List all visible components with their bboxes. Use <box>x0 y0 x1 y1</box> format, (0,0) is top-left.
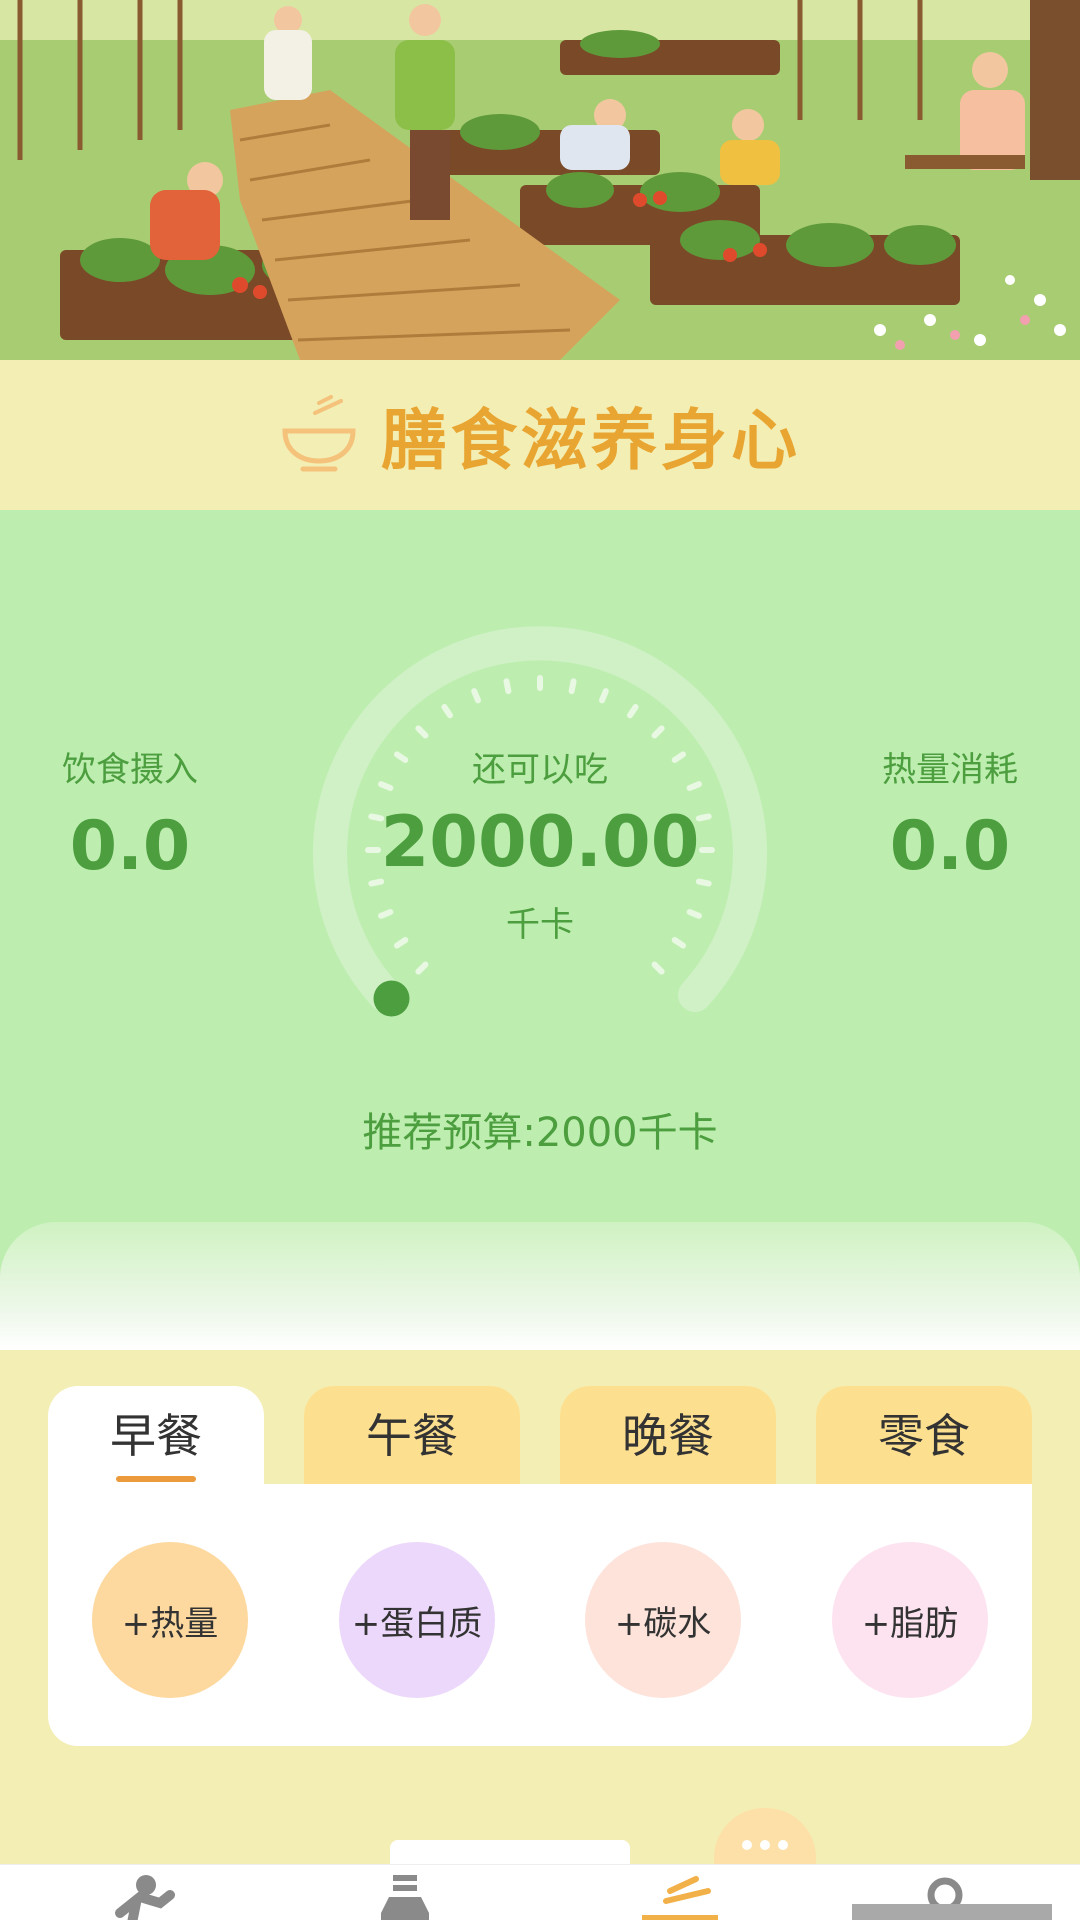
gauge-tick <box>471 688 482 704</box>
burned-stat: 热量消耗 0.0 <box>850 742 1050 886</box>
chat-dot <box>760 1840 770 1850</box>
tab-label: 午餐 <box>366 1409 458 1463</box>
burned-value: 0.0 <box>889 807 1011 886</box>
active-tab-underline <box>116 1476 196 1482</box>
section-divider <box>0 1222 1080 1350</box>
bowl-icon <box>282 395 356 472</box>
tab-label: 零食 <box>878 1409 970 1463</box>
gauge-tick <box>651 725 665 739</box>
gauge-center: 还可以吃 2000.00 千卡 <box>340 742 740 946</box>
gauge-tick <box>598 688 609 704</box>
gauge-tick <box>651 961 665 975</box>
calorie-summary: 饮食摄入 0.0 还可以吃 2000.00 千卡 热量消耗 0.0 推荐预算:2… <box>0 510 1080 1350</box>
intake-value: 0.0 <box>69 807 191 886</box>
gauge-tick <box>568 678 577 695</box>
add-protein-button[interactable]: +蛋白质 <box>339 1542 495 1698</box>
remaining-value: 2000.00 <box>380 801 700 883</box>
runner-icon[interactable] <box>90 1873 190 1920</box>
header-band: 膳食滋养身心 <box>0 360 1080 510</box>
tab-lunch[interactable]: 午餐 <box>304 1386 520 1486</box>
gauge-indicator <box>373 980 410 1017</box>
gauge-tick <box>503 678 512 695</box>
tab-label: 晚餐 <box>622 1409 714 1463</box>
meal-card: +热量 +蛋白质 +碳水 +脂肪 <box>48 1484 1032 1746</box>
add-fat-button[interactable]: +脂肪 <box>832 1542 988 1698</box>
tab-snacks[interactable]: 零食 <box>816 1386 1032 1486</box>
chat-dot <box>742 1840 752 1850</box>
hero-illustration <box>0 0 1080 360</box>
add-carbs-button[interactable]: +碳水 <box>585 1542 741 1698</box>
burned-label: 热量消耗 <box>882 750 1018 790</box>
gauge-tick <box>441 703 453 719</box>
gauge-tick <box>415 961 429 975</box>
nav-indicator-bar <box>852 1904 1052 1920</box>
remaining-unit: 千卡 <box>506 905 574 945</box>
tab-breakfast[interactable]: 早餐 <box>48 1386 264 1486</box>
tab-label: 早餐 <box>110 1409 202 1463</box>
intake-label: 饮食摄入 <box>62 750 198 790</box>
gauge-tick <box>627 703 639 719</box>
remaining-label: 还可以吃 <box>472 750 608 790</box>
bowl-nav-icon[interactable] <box>630 1873 730 1920</box>
meal-tabs: 早餐 午餐 晚餐 零食 <box>48 1386 1032 1486</box>
add-calories-button[interactable]: +热量 <box>92 1542 248 1698</box>
chat-dot <box>778 1840 788 1850</box>
intake-stat: 饮食摄入 0.0 <box>30 742 230 886</box>
gauge-tick <box>415 725 429 739</box>
tab-dinner[interactable]: 晚餐 <box>560 1386 776 1486</box>
recommended-budget: 推荐预算:2000千卡 <box>362 1110 718 1156</box>
bottle-icon[interactable] <box>355 1873 455 1920</box>
page-title: 膳食滋养身心 <box>381 402 801 479</box>
